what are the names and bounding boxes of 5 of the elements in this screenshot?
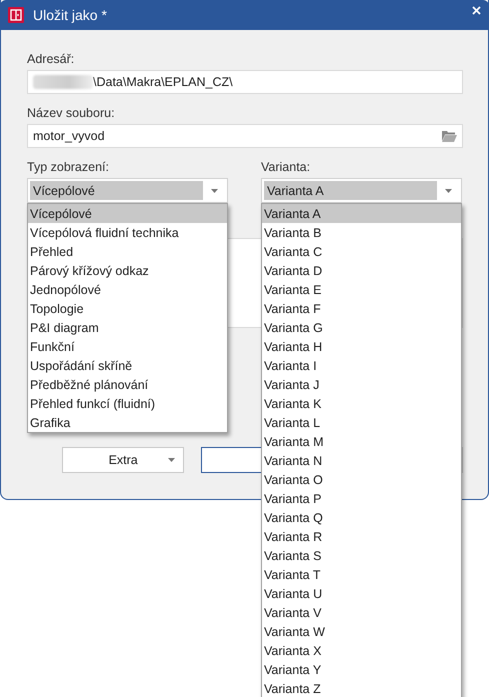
window-title: Uložit jako *	[33, 7, 108, 23]
field-label: Adresář:	[27, 52, 76, 66]
field-label: Varianta:	[261, 160, 312, 174]
field-label: Typ zobrazení:	[27, 160, 110, 174]
field-label: Název souboru:	[27, 106, 116, 120]
